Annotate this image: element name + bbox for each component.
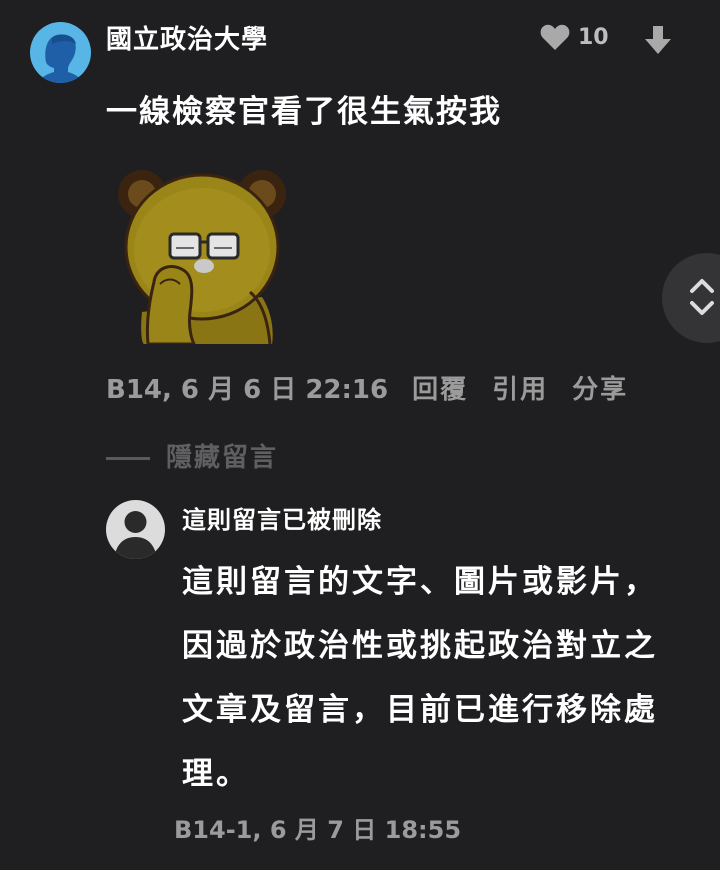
reply-author: 這則留言已被刪除 [182,506,382,534]
author-name[interactable]: 國立政治大學 [106,22,268,58]
reply-text: 這則留言的文字、圖片或影片，因過於政治性或挑起政治對立之文章及留言，目前已進行移… [182,564,658,792]
reply-button[interactable]: 回覆 [412,372,468,408]
like-button[interactable]: 10 [540,24,609,51]
reply-avatar[interactable] [106,500,165,559]
bear-sticker-icon [112,162,287,346]
hide-replies-toggle[interactable]: 隱藏留言 [106,440,278,476]
quote-button[interactable]: 引用 [492,372,548,408]
comment-text: 一線檢察官看了很生氣按我 [106,94,502,130]
divider-line [106,456,150,460]
user-placeholder-icon [114,511,157,559]
share-button[interactable]: 分享 [572,372,628,408]
chevron-up-down-icon [690,279,714,315]
hide-replies-label: 隱藏留言 [166,443,279,473]
comment-meta-row: B14, 6 月 6 日 22:16 回覆 引用 分享 [106,372,628,408]
comment-meta: B14, 6 月 6 日 22:16 [106,375,389,405]
scroll-control[interactable] [662,253,720,343]
author-avatar[interactable] [30,22,91,83]
heart-icon [540,24,570,50]
arrow-down-icon [645,26,671,54]
user-silhouette-icon [38,34,84,83]
reply-meta: B14-1, 6 月 7 日 18:55 [174,816,462,844]
dislike-button[interactable] [644,26,672,56]
like-count: 10 [578,25,609,50]
